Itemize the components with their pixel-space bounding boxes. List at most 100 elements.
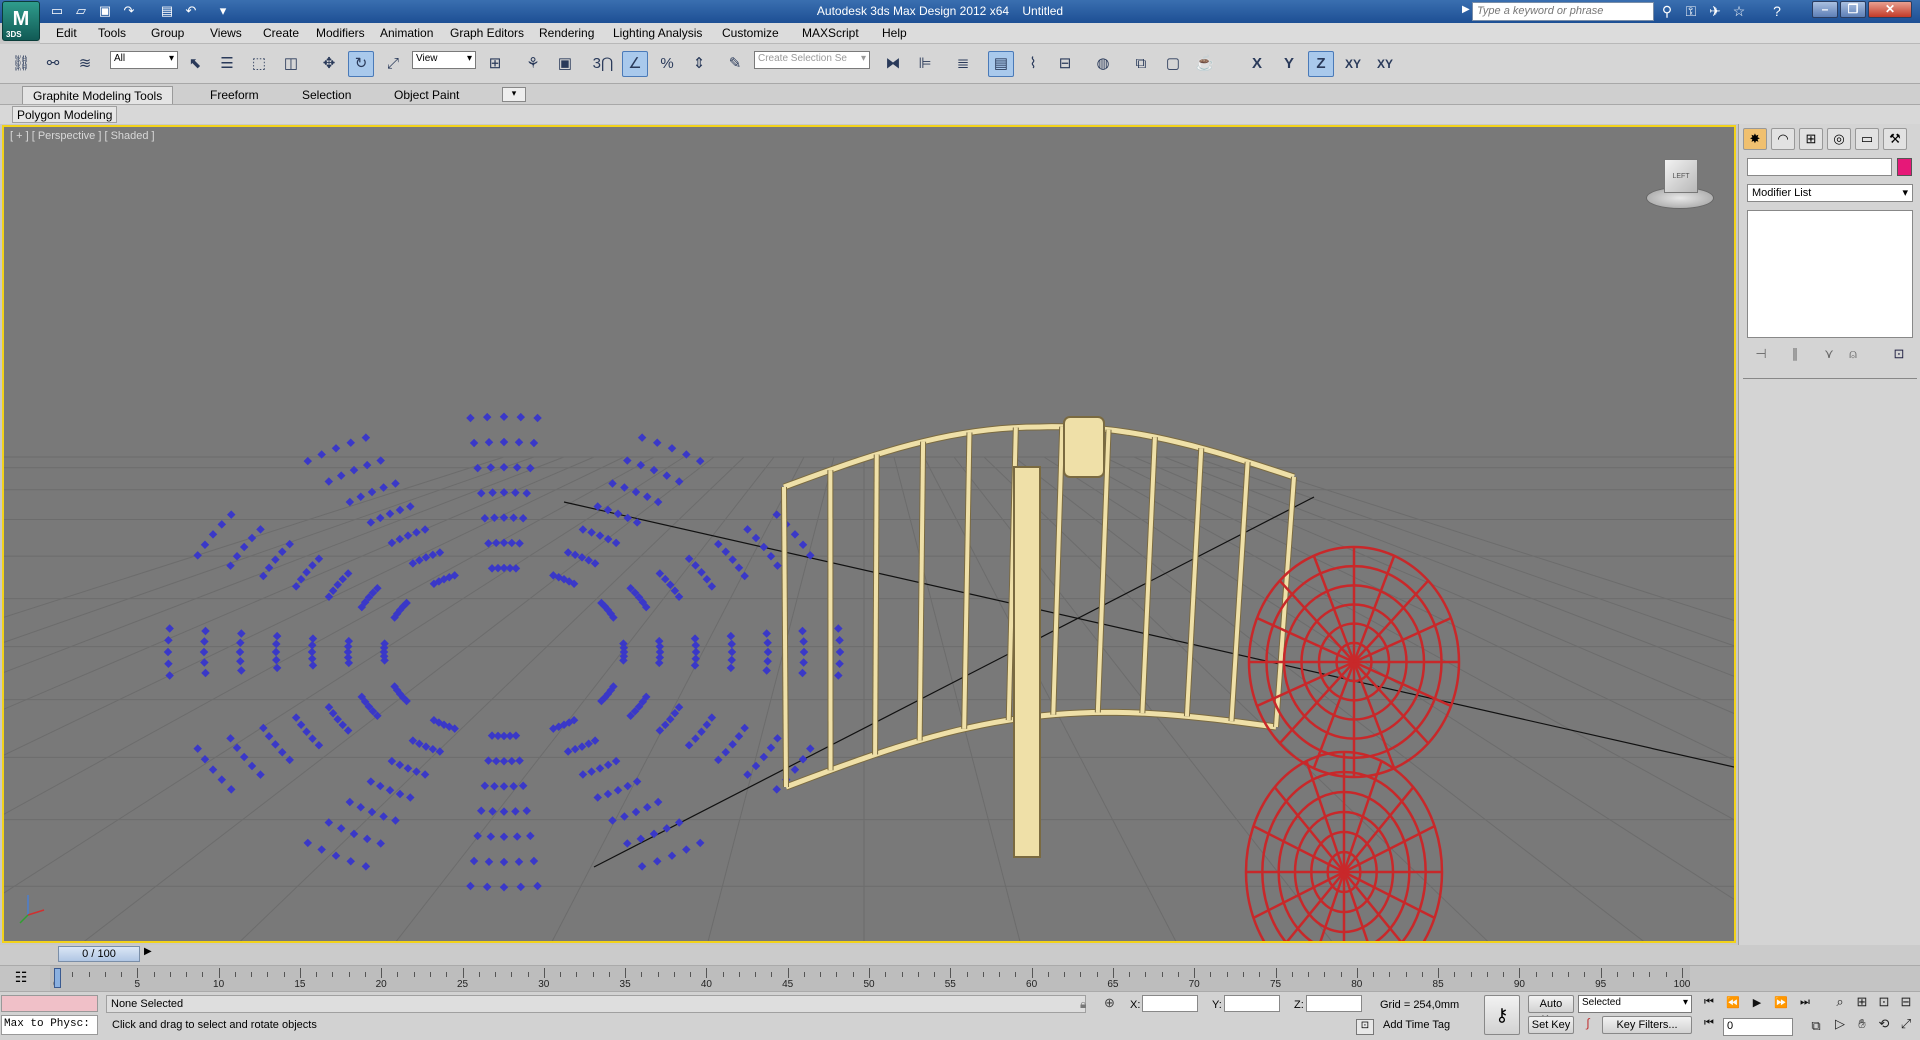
close-button[interactable]: ✕ [1868, 1, 1912, 18]
select-object-icon[interactable]: ⬉ [182, 51, 208, 77]
search-expand-icon[interactable]: ▶ [1462, 4, 1470, 15]
previous-frame-icon[interactable]: ⏪ [1724, 996, 1742, 1014]
go-to-start-icon[interactable]: ⏮ [1700, 996, 1718, 1014]
spinner-snap-icon[interactable]: ⇕ [686, 51, 712, 77]
app-logo[interactable]: M 3DS [2, 1, 40, 41]
menu-create[interactable]: Create [263, 26, 299, 40]
selection-lock-icon[interactable]: 🔒︎ [1080, 997, 1086, 1012]
binoculars-icon[interactable]: ⚲ [1656, 2, 1678, 21]
render-setup-icon[interactable]: ⧉ [1128, 51, 1154, 77]
restore-button[interactable]: ❐ [1840, 1, 1866, 18]
edit-named-selection-icon[interactable]: ✎ [722, 51, 748, 77]
curve-editor-icon[interactable]: ⌇ [1020, 51, 1046, 77]
menu-views[interactable]: Views [210, 26, 242, 40]
communication-icon[interactable]: ✈ [1704, 2, 1726, 21]
maxscript-mini-listener[interactable] [1, 995, 98, 1012]
zoom-icon[interactable]: ⌕ [1830, 994, 1850, 1012]
make-unique-icon[interactable]: ⋎ [1819, 346, 1839, 364]
default-tangent-icon[interactable]: ∫ [1578, 1016, 1598, 1034]
graphite-toggle-icon[interactable]: ▤ [988, 51, 1014, 77]
window-crossing-icon[interactable]: ◫ [278, 51, 304, 77]
percent-snap-icon[interactable]: % [654, 51, 680, 77]
key-mode-dropdown[interactable]: Selected [1578, 995, 1692, 1013]
layer-manager-icon[interactable]: ≣ [950, 51, 976, 77]
track-area[interactable]: 0510152025303540455055606570758085909510… [50, 966, 1690, 992]
axis-x-button[interactable]: X [1244, 51, 1270, 77]
key-filters-button[interactable]: Key Filters... [1602, 1016, 1692, 1034]
go-to-end-icon[interactable]: ⏭ [1796, 996, 1814, 1014]
snaps-toggle-icon[interactable]: 3⋂ [590, 51, 616, 77]
zoom-extents-all-icon[interactable]: ⊟ [1896, 994, 1916, 1012]
hold-icon[interactable]: ▤ [158, 3, 176, 19]
modifier-stack[interactable] [1747, 210, 1913, 338]
axis-z-button[interactable]: Z [1308, 51, 1334, 77]
time-configuration-icon[interactable]: ⧉ [1806, 1018, 1826, 1036]
object-name-field[interactable] [1747, 158, 1892, 176]
x-coordinate-field[interactable] [1142, 995, 1198, 1012]
menu-graph-editors[interactable]: Graph Editors [450, 26, 524, 40]
pin-stack-icon[interactable]: ⊣ [1751, 346, 1771, 364]
axis-xy-button[interactable]: XY [1340, 51, 1366, 77]
menu-customize[interactable]: Customize [722, 26, 779, 40]
object-color-swatch[interactable] [1897, 158, 1912, 176]
tab-selection[interactable]: Selection [292, 86, 361, 104]
schematic-view-icon[interactable]: ⊟ [1052, 51, 1078, 77]
absolute-mode-icon[interactable]: ⊕ [1104, 995, 1115, 1011]
new-file-icon[interactable]: ▭ [48, 3, 66, 19]
remove-modifier-icon[interactable]: ⍝ [1843, 346, 1863, 364]
time-slider[interactable]: 0 / 100 [58, 946, 140, 962]
set-key-button[interactable]: Set Key [1528, 1016, 1574, 1034]
help-icon[interactable]: ? [1766, 2, 1788, 21]
minimize-button[interactable]: – [1812, 1, 1838, 18]
subscription-icon[interactable]: ⚿ [1680, 2, 1702, 21]
current-frame-field[interactable]: 0 [1723, 1018, 1793, 1036]
select-by-name-icon[interactable]: ☰ [214, 51, 240, 77]
time-slider-next-icon[interactable]: ▶ [144, 946, 152, 957]
manipulate-icon[interactable]: ⚘ [520, 51, 546, 77]
orbit-icon[interactable]: ⟲ [1874, 1016, 1894, 1034]
menu-group[interactable]: Group [151, 26, 184, 40]
select-and-scale-icon[interactable]: ⤢ [380, 51, 406, 77]
y-coordinate-field[interactable] [1224, 995, 1280, 1012]
pan-view-icon[interactable]: ✋︎ [1852, 1016, 1872, 1034]
configure-modifier-sets-icon[interactable]: ⊡ [1889, 346, 1909, 364]
ribbon-options-icon[interactable]: ▾ [502, 87, 526, 102]
customize-quick-access-icon[interactable]: ▾ [214, 3, 232, 19]
maxscript-listener-input[interactable]: Max to Physc: [1, 1015, 98, 1035]
time-tag-icon[interactable]: ⊡ [1356, 1019, 1374, 1035]
menu-edit[interactable]: Edit [56, 26, 77, 40]
modify-tab-icon[interactable]: ◠ [1771, 128, 1795, 150]
material-editor-icon[interactable]: ◍ [1090, 51, 1116, 77]
key-mode-toggle-icon[interactable]: ⏮ [1700, 1017, 1718, 1035]
modifier-list-dropdown[interactable]: Modifier List [1747, 184, 1913, 202]
viewcube[interactable]: LEFT [1644, 157, 1716, 213]
zoom-all-icon[interactable]: ⊞ [1852, 994, 1872, 1012]
undo-icon[interactable]: ↶ [182, 3, 200, 19]
play-icon[interactable]: ▶ [1748, 996, 1766, 1014]
unlink-icon[interactable]: ⚯ [40, 51, 66, 77]
perspective-viewport[interactable]: [ + ] [ Perspective ] [ Shaded ] LEFT [2, 125, 1736, 943]
show-end-result-icon[interactable]: ∥ [1785, 346, 1805, 364]
align-icon[interactable]: ⊫ [912, 51, 938, 77]
select-and-rotate-icon[interactable]: ↻ [348, 51, 374, 77]
scene-canvas[interactable] [4, 127, 1734, 941]
selection-filter-dropdown[interactable]: All [110, 51, 178, 69]
tab-graphite-modeling-tools[interactable]: Graphite Modeling Tools [22, 86, 174, 104]
search-input[interactable]: Type a keyword or phrase [1472, 2, 1654, 21]
axis-xy-cycle-button[interactable]: XY [1372, 51, 1398, 77]
current-frame-marker[interactable] [54, 968, 61, 988]
tab-object-paint[interactable]: Object Paint [384, 86, 469, 104]
menu-lighting-analysis[interactable]: Lighting Analysis [613, 26, 702, 40]
add-time-tag[interactable]: Add Time Tag [1383, 1019, 1450, 1031]
maximize-viewport-icon[interactable]: ⤢ [1896, 1016, 1916, 1034]
motion-tab-icon[interactable]: ◎ [1827, 128, 1851, 150]
menu-animation[interactable]: Animation [380, 26, 433, 40]
pivot-center-icon[interactable]: ⊞ [482, 51, 508, 77]
set-key-mode-icon[interactable]: ⚷ [1484, 995, 1520, 1035]
utilities-tab-icon[interactable]: ⚒ [1883, 128, 1907, 150]
render-production-icon[interactable]: ☕ [1192, 51, 1218, 77]
angle-snap-icon[interactable]: ∠ [622, 51, 648, 77]
named-selection-dropdown[interactable]: Create Selection Se [754, 51, 870, 69]
hierarchy-tab-icon[interactable]: ⊞ [1799, 128, 1823, 150]
bind-space-warp-icon[interactable]: ≋ [72, 51, 98, 77]
